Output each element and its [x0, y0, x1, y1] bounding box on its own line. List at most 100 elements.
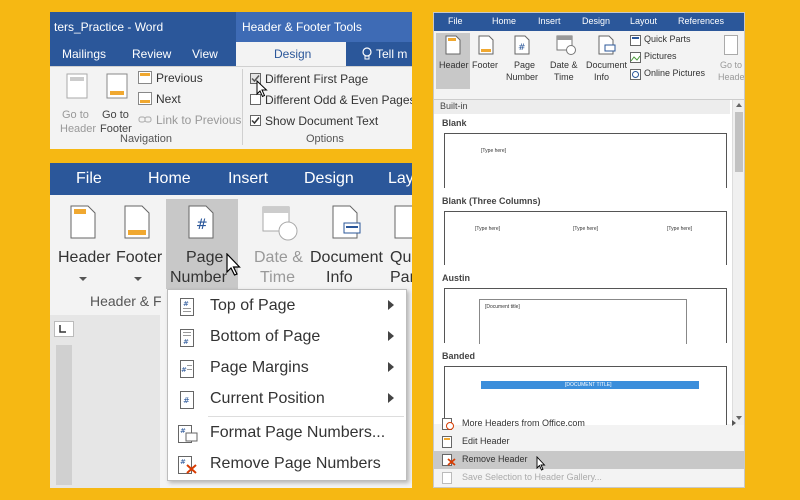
- footer-button[interactable]: Footer: [470, 33, 502, 89]
- tab-design-label: Design: [274, 47, 312, 61]
- remove-header-command[interactable]: Remove Header: [434, 451, 744, 469]
- svg-text:#: #: [518, 43, 526, 53]
- menu-item-remove-page-numbers[interactable]: # Remove Page Numbers: [168, 450, 406, 480]
- online-pictures-button[interactable]: Online Pictures: [630, 68, 716, 82]
- date-time-button[interactable]: Date & Time: [548, 33, 584, 89]
- link-to-previous-button[interactable]: Link to Previous: [138, 111, 242, 129]
- edit-header-command[interactable]: Edit Header: [434, 433, 744, 451]
- document-info-label-1: Document: [586, 60, 628, 70]
- tab-design[interactable]: Design: [582, 16, 610, 26]
- page-number-button[interactable]: # Page Number: [504, 33, 542, 89]
- next-icon: [138, 92, 152, 105]
- tab-references[interactable]: References: [678, 16, 724, 26]
- menu-item-page-margins[interactable]: # Page Margins: [168, 354, 406, 384]
- group-options-label: Options: [306, 133, 344, 145]
- show-document-text-checkbox[interactable]: [250, 115, 261, 126]
- bottom-of-page-icon: #: [180, 329, 194, 347]
- header-button[interactable]: Header: [56, 203, 110, 289]
- different-odd-even-option[interactable]: Different Odd & Even Pages: [250, 91, 412, 109]
- menu-item-label: Remove Page Numbers: [210, 455, 381, 472]
- tell-me-search[interactable]: Tell m: [376, 47, 407, 61]
- tab-selector-icon[interactable]: [54, 321, 74, 337]
- tab-mailings[interactable]: Mailings: [62, 47, 106, 61]
- lightbulb-icon: [362, 47, 372, 61]
- date-time-button[interactable]: Date & Time: [250, 203, 310, 289]
- header-button[interactable]: Header: [436, 33, 470, 89]
- document-info-label-1: Document: [310, 249, 383, 266]
- goto-header-icon: [66, 73, 88, 99]
- menu-item-bottom-of-page[interactable]: # Bottom of Page: [168, 323, 406, 353]
- gallery-scrollbar[interactable]: [732, 100, 744, 425]
- tab-insert[interactable]: Insert: [538, 16, 561, 26]
- goto-header-icon: [724, 35, 738, 55]
- footer-icon: [478, 35, 494, 55]
- previous-button[interactable]: Previous: [138, 69, 238, 87]
- goto-header-label-2: Header: [718, 72, 745, 82]
- show-document-text-option[interactable]: Show Document Text: [250, 112, 410, 130]
- menu-item-current-position[interactable]: # Current Position: [168, 385, 406, 415]
- tab-layout[interactable]: Layout: [630, 16, 657, 26]
- menu-item-format-page-numbers[interactable]: # Format Page Numbers...: [168, 419, 406, 449]
- different-first-page-option[interactable]: Different First Page: [250, 70, 410, 88]
- more-headers-label: More Headers from Office.com: [462, 418, 585, 428]
- quick-parts-icon: [394, 205, 412, 239]
- document-info-button[interactable]: Document Info: [308, 203, 384, 289]
- tab-row: File Home Insert Design Lay: [50, 163, 412, 195]
- tab-design[interactable]: Design: [304, 170, 354, 188]
- tab-review[interactable]: Review: [132, 47, 171, 61]
- document-info-icon: [598, 35, 616, 55]
- next-button[interactable]: Next: [138, 90, 238, 108]
- footer-button[interactable]: Footer: [112, 203, 166, 289]
- section-blank-label: Blank: [442, 118, 467, 128]
- document-info-button[interactable]: Document Info: [584, 33, 628, 89]
- scrollbar-thumb[interactable]: [735, 112, 743, 172]
- built-in-label: Built-in: [440, 101, 468, 111]
- tab-file[interactable]: File: [76, 170, 102, 188]
- footer-label: Footer: [116, 249, 163, 266]
- page-number-icon: #: [514, 35, 530, 55]
- thumb-placeholder: [Document title]: [485, 304, 520, 310]
- tab-view[interactable]: View: [192, 47, 218, 61]
- hf-tools-ribbon-panel: ters_Practice - Word Header & Footer Too…: [50, 12, 412, 149]
- top-of-page-icon: #: [180, 298, 194, 316]
- thumb-placeholder: [Type here]: [481, 148, 507, 154]
- header-thumb-blank[interactable]: [Type here]: [444, 133, 727, 188]
- header-thumb-three-columns[interactable]: [Type here] [Type here] [Type here]: [444, 211, 727, 265]
- ribbon-body: Go to Header Go to Footer Previous Next …: [50, 66, 412, 149]
- calendar-clock-icon: [556, 35, 576, 55]
- page-number-icon: #: [188, 205, 214, 239]
- mouse-cursor-icon: [256, 80, 268, 98]
- chevron-down-icon: [134, 277, 142, 281]
- tab-row: File Home Insert Design Layout Reference…: [434, 13, 744, 31]
- menu-item-top-of-page[interactable]: # Top of Page: [168, 292, 406, 322]
- page-number-dropdown-menu: # Top of Page # Bottom of Page # Page Ma…: [167, 289, 407, 481]
- date-time-label-2: Time: [260, 269, 295, 286]
- quick-parts-button[interactable]: Qu Par: [388, 203, 412, 289]
- tab-insert[interactable]: Insert: [228, 170, 268, 188]
- office-globe-icon: [442, 418, 454, 430]
- svg-text:#: #: [183, 396, 190, 405]
- tab-home[interactable]: Home: [148, 170, 191, 188]
- document-info-label-2: Info: [326, 269, 353, 286]
- save-selection-icon: [442, 472, 454, 484]
- tab-design[interactable]: Design: [236, 42, 346, 66]
- header-icon: [70, 205, 96, 239]
- quick-parts-button[interactable]: Quick Parts: [630, 34, 716, 48]
- goto-header-button[interactable]: Go to Header: [58, 73, 98, 135]
- tab-layout[interactable]: Lay: [388, 170, 412, 188]
- goto-footer-button[interactable]: Go to Footer: [98, 73, 138, 135]
- page-number-label-2: Number: [506, 72, 539, 82]
- more-headers-command[interactable]: More Headers from Office.com: [434, 415, 744, 433]
- scroll-up-icon[interactable]: [736, 103, 742, 107]
- tab-home[interactable]: Home: [492, 16, 516, 26]
- header-thumb-austin[interactable]: [Document title]: [444, 288, 727, 344]
- mouse-cursor-icon: [226, 253, 242, 277]
- footer-label: Footer: [472, 60, 499, 70]
- current-position-icon: #: [180, 391, 194, 409]
- svg-text:#: #: [180, 427, 186, 435]
- goto-footer-icon: [106, 73, 128, 99]
- goto-header-button[interactable]: Go to Header: [718, 33, 745, 89]
- link-to-previous-label: Link to Previous: [156, 113, 242, 127]
- tab-file[interactable]: File: [448, 16, 463, 26]
- pictures-button[interactable]: Pictures: [630, 51, 716, 65]
